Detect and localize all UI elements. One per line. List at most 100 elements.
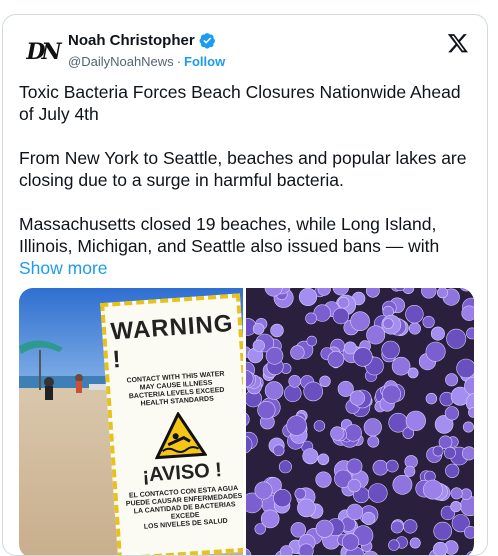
- show-more-link[interactable]: Show more: [19, 258, 108, 278]
- bacterium: [409, 537, 421, 549]
- verified-badge-icon: [199, 33, 215, 49]
- bacterium: [450, 501, 462, 513]
- bacterium: [254, 481, 273, 500]
- bacterium: [284, 384, 302, 403]
- tweet-header: DN Noah Christopher @DailyNoahNews · Fol…: [3, 15, 487, 79]
- bacterium: [430, 326, 445, 341]
- bacterium: [317, 453, 330, 466]
- bacterium: [346, 503, 364, 521]
- bacterium: [363, 550, 378, 555]
- author-handle[interactable]: @DailyNoahNews: [68, 54, 174, 69]
- aviso-lines: EL CONTACTO CON ESTA AGUA PUEDE CAUSAR E…: [123, 485, 243, 533]
- bacterium: [252, 323, 265, 335]
- bacterium: [422, 315, 435, 329]
- tweet-paragraph-last: Massachusetts closed 19 beaches, while L…: [19, 213, 479, 279]
- bacterium: [466, 550, 474, 555]
- bacterium: [315, 471, 332, 488]
- bacterium: [302, 448, 319, 465]
- bacterium: [279, 545, 293, 555]
- bacterium: [315, 519, 334, 538]
- bacterium: [288, 375, 302, 388]
- bacterium: [433, 521, 452, 541]
- bacterium: [366, 288, 380, 298]
- bacterium: [456, 358, 474, 379]
- bacterium: [347, 478, 362, 493]
- bacterium: [257, 400, 276, 420]
- bacterium: [421, 288, 437, 299]
- bacterium: [246, 412, 250, 426]
- bacterium: [272, 444, 285, 457]
- bacterium: [461, 305, 474, 321]
- bacterium: [462, 421, 474, 433]
- bacterium: [313, 420, 326, 432]
- bacterium: [367, 435, 380, 448]
- beach-warning-photo[interactable]: WARNING ! CONTACT WITH THIS WATER MAY CA…: [19, 288, 243, 555]
- bacterium: [294, 488, 307, 500]
- separator-dot: ·: [176, 54, 182, 69]
- bacterium: [405, 305, 424, 324]
- bacterium: [353, 347, 373, 367]
- bacterium: [350, 311, 370, 332]
- x-logo-icon[interactable]: [447, 32, 469, 54]
- warning-sign: WARNING ! CONTACT WITH THIS WATER MAY CA…: [100, 293, 243, 555]
- bacterium: [445, 373, 459, 387]
- bacterium: [270, 323, 284, 338]
- bacterium: [349, 390, 365, 406]
- bacterium: [368, 483, 388, 503]
- warning-lines: CONTACT WITH THIS WATER MAY CAUSE ILLNES…: [126, 371, 226, 410]
- avatar[interactable]: DN: [22, 32, 62, 72]
- bacterium: [462, 446, 474, 461]
- bacterium: [433, 541, 448, 555]
- bacterium: [403, 519, 418, 534]
- bacterium: [273, 489, 292, 508]
- bacterium: [298, 543, 314, 555]
- bacterium: [297, 498, 316, 518]
- avatar-logo-text: DN: [26, 39, 61, 65]
- bacterium: [391, 356, 411, 376]
- bacterium: [265, 347, 284, 365]
- bacterium: [286, 415, 307, 436]
- tweet-card[interactable]: DN Noah Christopher @DailyNoahNews · Fol…: [2, 14, 488, 556]
- media-grid[interactable]: WARNING ! CONTACT WITH THIS WATER MAY CA…: [19, 288, 474, 555]
- bacterium: [341, 533, 360, 551]
- bacterium: [445, 463, 460, 478]
- bacterium: [450, 487, 463, 500]
- bacterium: [444, 406, 459, 421]
- bacterium: [252, 339, 265, 352]
- bacterium: [366, 325, 386, 345]
- bacterium: [290, 345, 305, 360]
- bacterium: [332, 288, 349, 296]
- bacterium: [332, 307, 350, 325]
- bacterium: [446, 328, 467, 349]
- bacterium: [246, 548, 252, 555]
- bacterium: [464, 526, 474, 539]
- bacterium: [372, 459, 389, 476]
- bacterium: [425, 341, 446, 362]
- handle-row: @DailyNoahNews · Follow: [68, 54, 225, 69]
- follow-button[interactable]: Follow: [184, 54, 225, 69]
- bacterium: [437, 288, 448, 299]
- tweet-paragraph: From New York to Seattle, beaches and po…: [19, 148, 467, 190]
- bacterium: [278, 460, 292, 474]
- bacteria-microscope-photo[interactable]: [246, 288, 474, 555]
- bacterium: [305, 312, 317, 325]
- bacterium: [264, 381, 284, 400]
- bacterium: [443, 446, 456, 459]
- bacterium: [466, 327, 474, 340]
- bacteria-cluster: [246, 288, 474, 555]
- bacterium: [432, 445, 444, 457]
- bacterium: [382, 384, 402, 404]
- bacterium: [298, 288, 318, 306]
- hazard-swimmer-icon: [154, 411, 208, 460]
- bacterium: [260, 509, 280, 529]
- aviso-title: ¡AVISO !: [141, 459, 223, 487]
- bacterium: [306, 335, 318, 347]
- bacterium: [422, 479, 443, 500]
- bacterium: [408, 322, 421, 335]
- bacterium: [319, 375, 331, 388]
- bacterium: [346, 458, 363, 475]
- bacterium: [362, 511, 376, 526]
- bacterium: [303, 381, 323, 402]
- bacterium: [382, 318, 394, 329]
- author-name[interactable]: Noah Christopher: [68, 32, 195, 49]
